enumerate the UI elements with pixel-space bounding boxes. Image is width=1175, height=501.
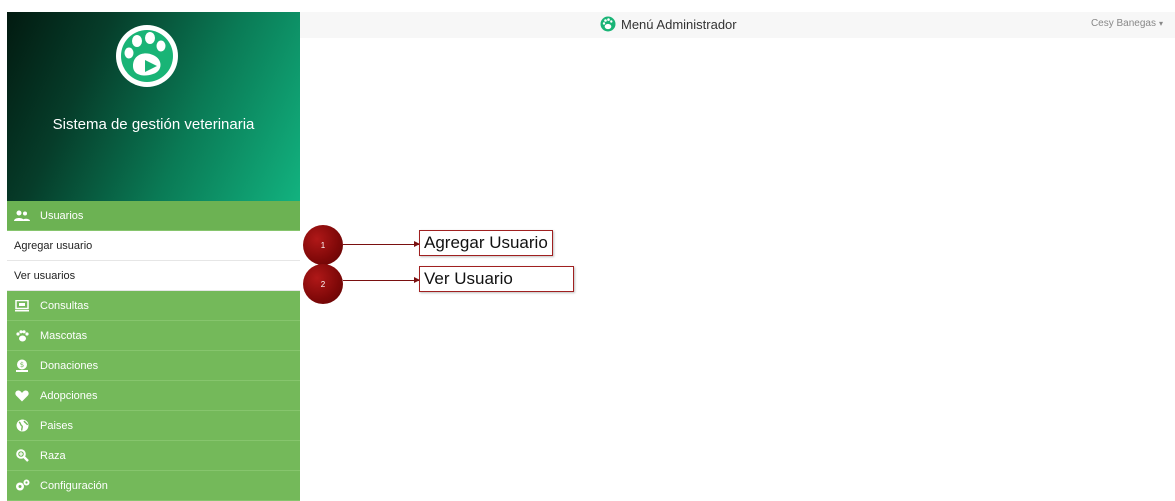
annotation-arrow-2: [343, 277, 420, 283]
annotation-marker-1: 1: [303, 225, 343, 265]
globe-icon: [14, 419, 30, 433]
paw-logo-small-icon: [600, 16, 616, 32]
user-name: Cesy Banegas: [1090, 18, 1156, 29]
app-frame: Sistema de gestión veterinaria Usuarios …: [7, 12, 1175, 501]
sidebar-subitem-agregar-usuario[interactable]: Agregar usuario: [7, 231, 300, 261]
paw-logo-icon: [116, 25, 178, 87]
money-icon: $: [14, 359, 30, 373]
annotation-label: Ver Usuario: [424, 269, 513, 288]
annotation-number: 2: [320, 279, 326, 289]
annotation-marker-2: 2: [303, 264, 343, 304]
monitor-icon: [14, 299, 30, 313]
sidebar-item-donaciones[interactable]: $ Donaciones: [7, 351, 300, 381]
annotation-callout-2: Ver Usuario: [419, 266, 574, 292]
sidebar-item-paises[interactable]: Paises: [7, 411, 300, 441]
sidebar: Sistema de gestión veterinaria Usuarios …: [7, 12, 300, 501]
users-icon: [14, 209, 30, 223]
top-bar: Menú Administrador Cesy Banegas ▾: [300, 12, 1175, 38]
sidebar-item-label: Configuración: [40, 479, 108, 492]
brand-panel: Sistema de gestión veterinaria: [7, 12, 300, 201]
heart-icon: [14, 389, 30, 403]
sidebar-subitem-label: Agregar usuario: [14, 239, 93, 252]
user-menu[interactable]: Cesy Banegas ▾: [1091, 18, 1163, 29]
svg-text:$: $: [20, 361, 24, 369]
gears-icon: [14, 479, 30, 493]
sidebar-subitem-label: Ver usuarios: [14, 269, 76, 282]
sidebar-subitem-ver-usuarios[interactable]: Ver usuarios: [7, 261, 300, 291]
search-icon: [14, 449, 30, 463]
sidebar-menu: Usuarios Agregar usuario Ver usuarios Co…: [7, 201, 300, 501]
sidebar-item-label: Consultas: [40, 299, 89, 312]
annotation-callout-1: Agregar Usuario: [419, 230, 553, 256]
sidebar-item-usuarios[interactable]: Usuarios: [7, 201, 300, 231]
sidebar-item-consultas[interactable]: Consultas: [7, 291, 300, 321]
sidebar-item-label: Adopciones: [40, 389, 98, 402]
sidebar-item-adopciones[interactable]: Adopciones: [7, 381, 300, 411]
sidebar-item-raza[interactable]: Raza: [7, 441, 300, 471]
annotation-label: Agregar Usuario: [424, 233, 548, 252]
sidebar-item-label: Mascotas: [40, 329, 88, 342]
sidebar-item-label: Usuarios: [40, 209, 84, 222]
sidebar-item-label: Paises: [40, 419, 74, 432]
annotation-arrow-1: [343, 241, 420, 247]
brand-title: Sistema de gestión veterinaria: [52, 116, 255, 133]
annotation-number: 1: [320, 240, 326, 250]
page-title-text: Menú Administrador: [621, 16, 737, 32]
sidebar-item-mascotas[interactable]: Mascotas: [7, 321, 300, 351]
chevron-down-icon: ▾: [1158, 19, 1163, 28]
paw-icon: [14, 329, 30, 343]
sidebar-item-configuracion[interactable]: Configuración: [7, 471, 300, 501]
sidebar-item-label: Donaciones: [40, 359, 99, 372]
page-title: Menú Administrador: [600, 16, 737, 32]
sidebar-item-label: Raza: [40, 449, 66, 462]
